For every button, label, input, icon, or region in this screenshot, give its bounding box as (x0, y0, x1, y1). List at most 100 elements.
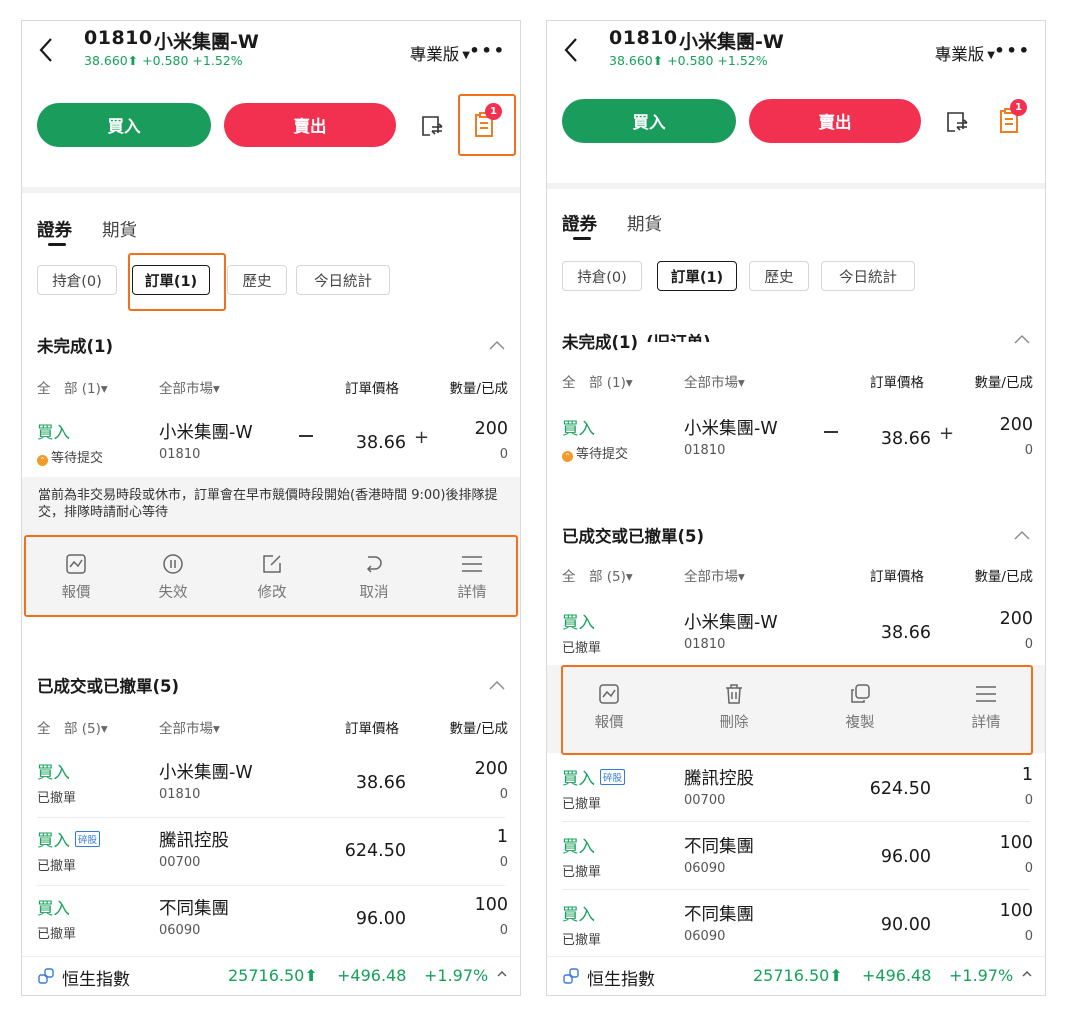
buy-button[interactable]: 買入 (37, 103, 211, 147)
filter-all-dropdown[interactable]: 全 部 (1)▾ (562, 371, 633, 391)
swap-icon[interactable] (420, 113, 444, 139)
order-stock-name: 小米集團-W (159, 423, 253, 443)
pending-order-row[interactable]: 買入 ⌃ 等待提交 小米集團-W 01810 38.66 + 200 0 (22, 413, 520, 477)
filter-today-stats[interactable]: 今日統計 (296, 265, 390, 295)
pending-order-row[interactable]: 買入 ⌃ 等待提交 小米集團-W 01810 38.66 + 200 0 (547, 409, 1045, 473)
order-price: 96.00 (880, 847, 931, 867)
order-status: 已撤單 (562, 865, 602, 880)
filter-positions[interactable]: 持倉(0) (562, 261, 642, 291)
price-decrease-button[interactable] (824, 431, 838, 433)
more-button[interactable]: ••• (469, 41, 506, 60)
chevron-up-icon[interactable] (496, 969, 508, 979)
filter-all-dropdown[interactable]: 全 部 (5)▾ (562, 565, 633, 585)
chevron-up-icon[interactable] (488, 339, 506, 351)
done-column-header: 全 部 (5)▾ 全部市場▾ 訂單價格 數量/已成 (547, 565, 1045, 585)
divider (547, 183, 1045, 189)
order-stock-code: 06090 (684, 861, 726, 876)
filter-history[interactable]: 歷史 (227, 265, 287, 295)
done-order-row[interactable]: 買入 已撤單 不同集團 06090 96.00 100 0 (547, 827, 1045, 891)
sell-button[interactable]: 賣出 (224, 103, 396, 147)
stock-quote: 38.660⬆ +0.580 +1.52% (609, 53, 768, 68)
order-qty: 200 (999, 609, 1033, 629)
order-filled: 0 (499, 923, 508, 938)
order-status: ⌃ 等待提交 (37, 447, 103, 466)
odd-lot-tag: 碎股 (75, 831, 101, 847)
done-order-row[interactable]: 買入 碎股 已撤單 騰訊控股 00700 624.50 1 0 (547, 759, 1045, 823)
filter-today-stats[interactable]: 今日統計 (821, 261, 915, 291)
stock-quote: 38.660⬆ +0.580 +1.52% (84, 53, 243, 68)
order-stock-code: 00700 (684, 793, 726, 808)
filter-market-dropdown[interactable]: 全部市場▾ (684, 565, 745, 585)
row-divider (562, 889, 1030, 890)
index-change-pct: +1.97% (949, 966, 1014, 985)
pending-column-header: 全 部 (1)▾ 全部市場▾ 訂單價格 數量/已成 (547, 371, 1045, 391)
more-button[interactable]: ••• (994, 41, 1031, 60)
order-price: 38.66 (880, 429, 931, 449)
index-name: 恒生指數 (62, 970, 130, 990)
index-ticker[interactable]: 恒生指數 25716.50⬆ +496.48 +1.97% (22, 956, 520, 995)
tab-securities[interactable]: 證券 (562, 211, 597, 236)
price-increase-button[interactable]: + (939, 423, 954, 444)
index-value: 25716.50⬆ (753, 966, 843, 985)
order-side: 買入 (562, 419, 595, 438)
tab-futures[interactable]: 期貨 (627, 211, 662, 236)
done-order-row[interactable]: 買入 已撤單 不同集團 06090 90.00 100 0 (547, 895, 1045, 959)
version-label: 專業版 (409, 45, 460, 64)
version-dropdown[interactable]: 專業版 ▼ (935, 41, 995, 65)
filter-orders[interactable]: 訂單(1) (657, 261, 737, 291)
filter-all-dropdown[interactable]: 全 部 (1)▾ (37, 377, 108, 397)
header: 01810 小米集團-W 38.660⬆ +0.580 +1.52% 專業版 ▼ … (22, 21, 520, 83)
back-chevron-icon[interactable] (36, 35, 56, 65)
done-order-row[interactable]: 買入 碎股 已撤單 騰訊控股 00700 624.50 1 0 (22, 821, 520, 885)
highlight-actions (24, 535, 518, 617)
done-order-row[interactable]: 買入 已撤單 小米集團-W 01810 38.66 200 0 (547, 603, 1045, 667)
filter-history[interactable]: 歷史 (749, 261, 809, 291)
chevron-up-icon[interactable] (488, 679, 506, 691)
tab-securities[interactable]: 證券 (37, 217, 72, 242)
swap-icon[interactable] (945, 109, 969, 135)
filter-all-dropdown[interactable]: 全 部 (5)▾ (37, 717, 108, 737)
orders-badge: 1 (1010, 99, 1027, 116)
order-side: 買入 (37, 899, 70, 918)
filter-market-dropdown[interactable]: 全部市場▾ (684, 371, 745, 391)
price-decrease-button[interactable] (299, 435, 313, 437)
index-ticker[interactable]: 恒生指數 25716.50⬆ +496.48 +1.97% (547, 956, 1045, 995)
price-increase-button[interactable]: + (414, 427, 429, 448)
tab-underline (573, 237, 591, 240)
stock-name: 小米集團-W (154, 31, 259, 53)
back-chevron-icon[interactable] (561, 35, 581, 65)
order-status: 已撤單 (562, 797, 602, 812)
header-order-price: 訂單價格 (870, 375, 924, 391)
filter-market-dropdown[interactable]: 全部市場▾ (159, 377, 220, 397)
order-status: 已撤單 (562, 641, 602, 656)
order-stock-code: 00700 (159, 855, 201, 870)
filter-positions[interactable]: 持倉(0) (37, 265, 117, 295)
row-divider (562, 821, 1030, 822)
header-qty-filled: 數量/已成 (449, 721, 508, 737)
order-filled: 0 (499, 855, 508, 870)
highlight-orders-tab (128, 253, 226, 311)
buy-button[interactable]: 買入 (562, 99, 736, 143)
chevron-up-icon[interactable] (1013, 529, 1031, 541)
pending-title: 未完成(1) (旧订单) (562, 329, 711, 353)
done-order-row[interactable]: 買入 已撤單 不同集團 06090 96.00 100 0 (22, 889, 520, 953)
done-order-row[interactable]: 買入 已撤單 小米集團-W 01810 38.66 200 0 (22, 753, 520, 817)
order-stock-name: 小米集團-W (684, 419, 778, 439)
order-qty: 100 (999, 833, 1033, 853)
row-divider (37, 885, 505, 886)
version-dropdown[interactable]: 專業版 ▼ (410, 41, 470, 65)
order-side-text: 買入 (37, 831, 70, 850)
tab-futures[interactable]: 期貨 (102, 217, 137, 242)
chevron-up-icon[interactable] (1021, 969, 1033, 979)
stock-code: 01810 (84, 27, 153, 49)
order-stock-code: 01810 (159, 447, 201, 462)
done-title: 已成交或已撤單(5) (562, 527, 705, 546)
order-side: 買入 碎股 (37, 827, 101, 851)
order-qty: 100 (474, 895, 508, 915)
index-change: +496.48 (337, 966, 407, 985)
order-stock-name: 小米集團-W (684, 613, 778, 633)
order-price: 96.00 (355, 909, 406, 929)
chevron-up-icon[interactable] (1013, 333, 1031, 345)
sell-button[interactable]: 賣出 (749, 99, 921, 143)
filter-market-dropdown[interactable]: 全部市場▾ (159, 717, 220, 737)
